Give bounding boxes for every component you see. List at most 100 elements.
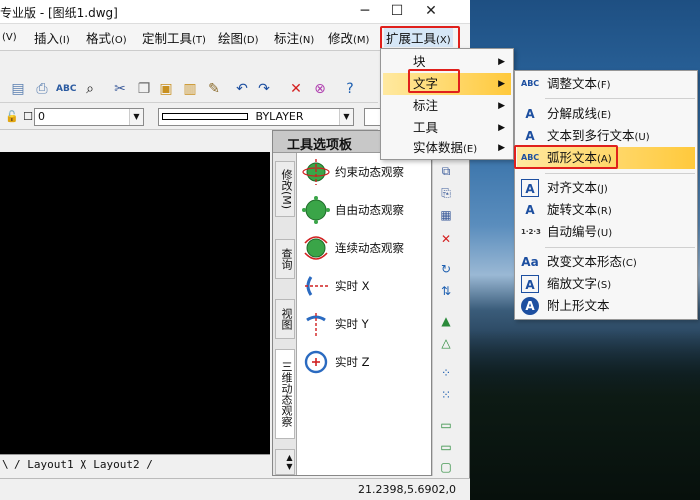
tool-label: 约束动态观察 bbox=[335, 165, 404, 179]
erase-icon[interactable]: ✕ bbox=[286, 79, 306, 99]
paste-icon[interactable]: ▣ bbox=[156, 79, 176, 99]
tool-constrained-orbit[interactable]: 约束动态观察 bbox=[299, 155, 429, 189]
menu-item-label: 文字 bbox=[413, 76, 439, 91]
coordinate-readout: 21.2398,5.6902,0 bbox=[358, 483, 456, 496]
tool-realtime-y[interactable]: 实时 Y bbox=[299, 307, 429, 341]
menu-item-arc-text[interactable]: ABC 弧形文本(A) bbox=[517, 147, 695, 169]
menu-extend-tools[interactable]: 扩展工具(X) bbox=[384, 28, 453, 47]
menu-item-dimension[interactable]: 标注 ▶ bbox=[383, 95, 511, 117]
tool-label: 实时 Y bbox=[335, 317, 369, 331]
menu-item-key: (U) bbox=[597, 228, 613, 239]
cut-icon[interactable]: ✂ bbox=[110, 79, 130, 99]
scale-icon[interactable]: △ bbox=[437, 334, 455, 352]
free-orbit-icon bbox=[302, 196, 330, 224]
stretch-icon[interactable]: ⁘ bbox=[437, 364, 455, 382]
menu-insert[interactable]: 插入(I) bbox=[34, 28, 70, 47]
menu-item-adjust-text[interactable]: ABC 调整文本(F) bbox=[517, 73, 695, 95]
menu-item-entity-data[interactable]: 实体数据(E) ▶ bbox=[383, 137, 511, 159]
move-icon[interactable]: ⧉ bbox=[437, 162, 455, 180]
tab-layout1[interactable]: / Layout1 \ bbox=[14, 458, 87, 471]
tab-query[interactable]: 查询 bbox=[275, 239, 295, 279]
extend-icon[interactable]: ▭ bbox=[437, 438, 455, 456]
menu-item-text[interactable]: 文字 ▶ bbox=[383, 73, 511, 95]
select-icon[interactable]: ⊗ bbox=[310, 79, 330, 99]
rotate-x-icon bbox=[305, 276, 329, 296]
rotate-icon[interactable]: ↻ bbox=[437, 260, 455, 278]
tool-continuous-orbit[interactable]: 连续动态观察 bbox=[299, 231, 429, 265]
close-button[interactable]: ✕ bbox=[416, 0, 446, 24]
menu-dimension[interactable]: 标注(N) bbox=[274, 28, 314, 47]
tab-scroll-arrows[interactable]: ▲▼ bbox=[275, 449, 295, 475]
menu-modify[interactable]: 修改(M) bbox=[328, 28, 369, 47]
spell-check-icon[interactable]: ABC bbox=[56, 79, 76, 99]
tab-3d-orbit[interactable]: 三维动态观察 bbox=[275, 349, 295, 439]
menu-item-rotate-text[interactable]: A 旋转文本(R) bbox=[517, 199, 695, 221]
palette-tab-strip: 修改(M) 查询 视图 三维动态观察 ▲▼ bbox=[273, 153, 297, 475]
tab-modify[interactable]: 修改(M) bbox=[275, 161, 295, 217]
open-icon[interactable]: ▤ bbox=[8, 79, 28, 99]
tab-view[interactable]: 视图 bbox=[275, 299, 295, 339]
menu-item-auto-number[interactable]: 1·2·3 自动编号(U) bbox=[517, 221, 695, 243]
find-icon[interactable]: ⌕ bbox=[80, 79, 100, 99]
menu-item-align-text[interactable]: A 对齐文本(J) bbox=[517, 177, 695, 199]
chevron-down-icon: ▼ bbox=[129, 109, 143, 125]
layout-tab-bar: \ / Layout1 \ / Layout2 / bbox=[0, 454, 270, 476]
layer-select[interactable]: 0 ▼ bbox=[34, 108, 144, 126]
menu-format[interactable]: 格式(O) bbox=[86, 28, 127, 47]
lineweight-select[interactable] bbox=[364, 108, 380, 126]
menu-item-label: 自动编号 bbox=[547, 224, 598, 239]
align-text-icon: A bbox=[521, 179, 539, 197]
offset-icon[interactable]: ▦ bbox=[437, 206, 455, 224]
undo-icon[interactable]: ↶ bbox=[232, 79, 252, 99]
menu-item-label: 改变文本形态 bbox=[547, 254, 623, 269]
copy-objects-icon[interactable]: ⎘ bbox=[437, 184, 455, 202]
menu-item-label: 缩放文字 bbox=[547, 276, 598, 291]
linetype-select[interactable]: BYLAYER ▼ bbox=[158, 108, 354, 126]
trim-icon[interactable]: ⁙ bbox=[437, 386, 455, 404]
tool-realtime-x[interactable]: 实时 X bbox=[299, 269, 429, 303]
tree-silhouette bbox=[470, 330, 700, 500]
menu-item-label: 弧形文本 bbox=[547, 150, 598, 165]
tool-free-orbit[interactable]: 自由动态观察 bbox=[299, 193, 429, 227]
menu-item-tools[interactable]: 工具 ▶ bbox=[383, 117, 511, 139]
match-properties-icon[interactable]: ✎ bbox=[204, 79, 224, 99]
break-icon[interactable]: ▢ bbox=[437, 458, 455, 476]
linetype-swatch bbox=[162, 113, 248, 120]
window-title: 专业版 - [图纸1.dwg] bbox=[0, 6, 118, 20]
tab-layout2[interactable]: / Layout2 / bbox=[80, 458, 153, 471]
menu-draw-label: 绘图 bbox=[218, 31, 244, 46]
menu-modify-key: (M) bbox=[353, 35, 370, 46]
menu-item-key: (F) bbox=[597, 80, 611, 91]
menu-custom-tools-key: (T) bbox=[192, 35, 206, 46]
menu-item-text-to-mtext[interactable]: A 文本到多行文本(U) bbox=[517, 125, 695, 147]
rectangle-icon[interactable]: ▭ bbox=[437, 416, 455, 434]
print-preview-icon[interactable]: ⎙ bbox=[32, 79, 52, 99]
menu-item-block[interactable]: 块 ▶ bbox=[383, 51, 511, 73]
minimize-button[interactable]: ─ bbox=[350, 0, 380, 24]
menu-item-explode-to-lines[interactable]: A 分解成线(E) bbox=[517, 103, 695, 125]
text-to-mtext-icon: A bbox=[525, 129, 535, 143]
copy-icon[interactable]: ❐ bbox=[134, 79, 154, 99]
menu-item-scale-text[interactable]: A 缩放文字(S) bbox=[517, 273, 695, 295]
maximize-button[interactable]: ☐ bbox=[382, 0, 412, 24]
menu-item-change-case[interactable]: Aa 改变文本形态(C) bbox=[517, 251, 695, 273]
menu-draw[interactable]: 绘图(D) bbox=[218, 28, 259, 47]
menu-item-shape-text[interactable]: A 附上形文本 bbox=[517, 295, 695, 317]
drawing-canvas[interactable] bbox=[0, 152, 270, 454]
mirror-icon[interactable]: ⇅ bbox=[437, 282, 455, 300]
menu-custom-tools[interactable]: 定制工具(T) bbox=[142, 28, 206, 47]
menu-separator bbox=[545, 247, 695, 248]
menu-view[interactable]: (V) bbox=[2, 28, 17, 43]
array-icon[interactable]: ▲ bbox=[437, 312, 455, 330]
delete-icon[interactable]: ✕ bbox=[437, 230, 455, 248]
menu-format-label: 格式 bbox=[86, 31, 112, 46]
menu-item-key: (C) bbox=[622, 258, 637, 269]
paste-special-icon[interactable]: ▥ bbox=[180, 79, 200, 99]
redo-icon[interactable]: ↷ bbox=[254, 79, 274, 99]
menu-item-label: 标注 bbox=[413, 98, 439, 113]
tool-realtime-z[interactable]: 实时 Z bbox=[299, 345, 429, 379]
menu-item-label: 旋转文本 bbox=[547, 202, 598, 217]
help-icon[interactable]: ? bbox=[340, 79, 360, 99]
modify-toolbar: ⧉ ⎘ ▦ ✕ ↻ ⇅ ▲ △ ⁘ ⁙ ▭ ▭ ▢ bbox=[432, 152, 458, 476]
palette-title: 工具选项板 bbox=[287, 138, 353, 153]
